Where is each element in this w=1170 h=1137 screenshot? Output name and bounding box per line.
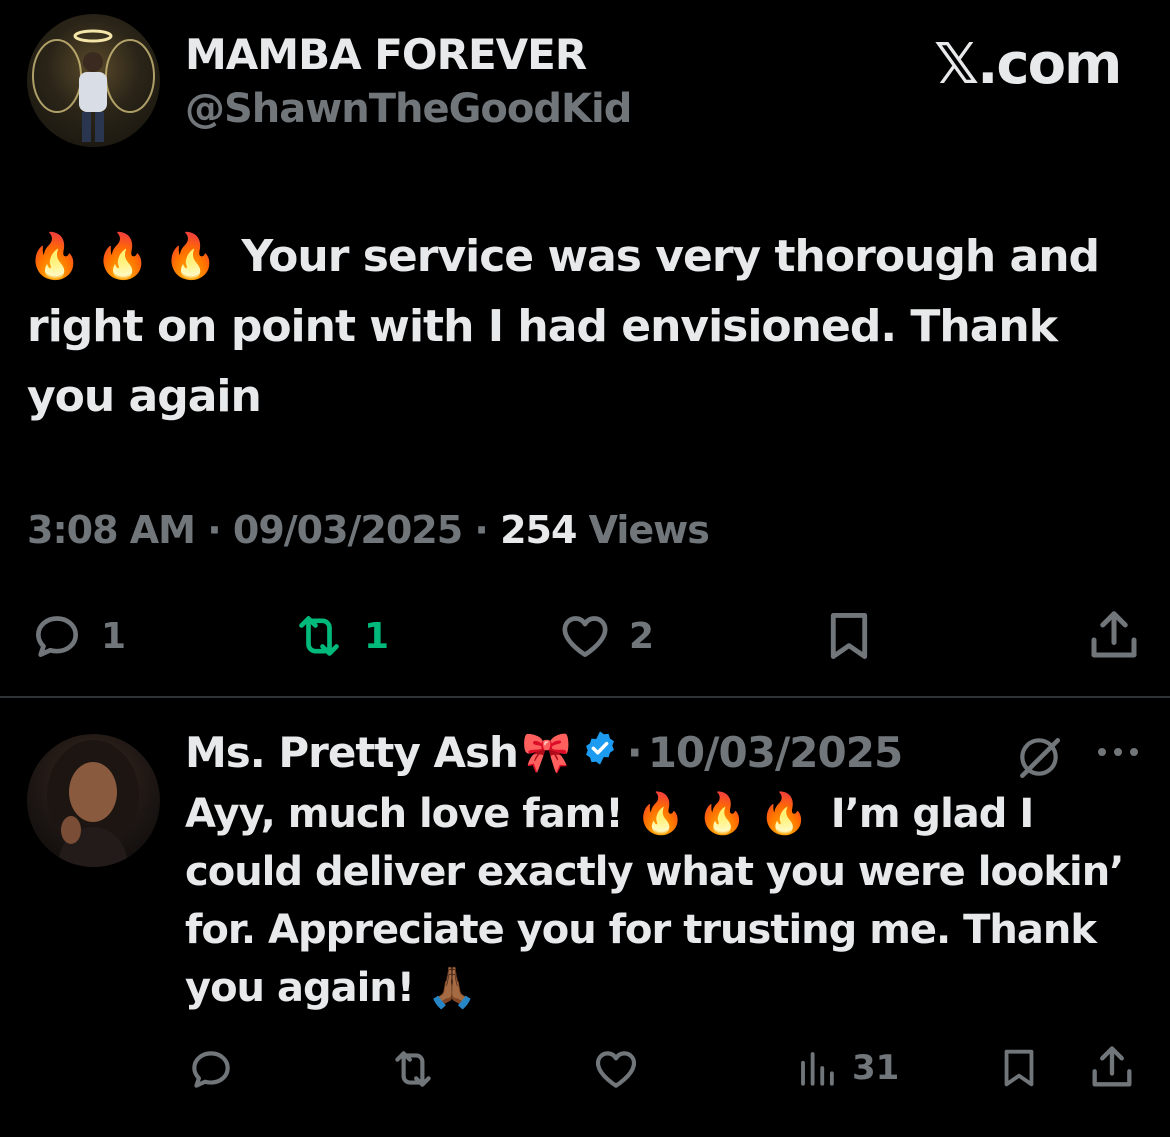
- author-avatar[interactable]: [27, 14, 160, 147]
- tweet-date[interactable]: 09/03/2025: [233, 508, 463, 552]
- share-icon: [1092, 1046, 1132, 1087]
- praying-hands-emoji: 🙏🏾: [426, 965, 477, 1011]
- retweet-count: 1: [364, 615, 390, 657]
- reply-icon: [192, 1051, 230, 1088]
- meta-separator: ·: [626, 728, 643, 777]
- x-logo: 𝕏.com: [934, 32, 1122, 97]
- bookmark-button[interactable]: [820, 604, 878, 668]
- like-icon: [562, 616, 608, 657]
- tweet-meta: 3:08 AM · 09/03/2025 · 254 Views: [27, 508, 710, 552]
- like-count: 2: [629, 615, 655, 657]
- meta-separator: ·: [474, 508, 501, 552]
- views-count: 254: [500, 508, 577, 552]
- reply-body-part1: Ayy, much love fam!: [185, 791, 624, 837]
- like-button[interactable]: 2: [555, 608, 654, 664]
- reply-retweet-button[interactable]: [386, 1044, 440, 1094]
- reply-date[interactable]: 10/03/2025: [648, 728, 903, 777]
- verified-badge-icon: [581, 728, 619, 777]
- reply-like-button[interactable]: [590, 1044, 642, 1094]
- views-icon: [801, 1052, 834, 1086]
- like-icon: [595, 1051, 637, 1088]
- reply-text: Ayy, much love fam! 🔥 🔥 🔥 I’m glad I cou…: [185, 785, 1145, 1017]
- more-options-icon[interactable]: [1096, 744, 1140, 764]
- fire-emoji-group: 🔥 🔥 🔥: [635, 791, 809, 837]
- reply-header: Ms. Pretty Ash 🎀 · 10/03/2025: [185, 728, 903, 777]
- reply-button[interactable]: 1: [27, 608, 126, 664]
- reply-icon: [36, 616, 78, 657]
- share-button[interactable]: [1084, 604, 1144, 666]
- reply-author-name[interactable]: Ms. Pretty Ash: [185, 728, 519, 777]
- avatar-image: [32, 29, 155, 142]
- avatar-image: [47, 740, 139, 867]
- tweet-time[interactable]: 3:08 AM: [27, 508, 196, 552]
- author-name[interactable]: MAMBA FOREVER: [185, 30, 587, 79]
- grok-icon[interactable]: [1014, 732, 1064, 786]
- views-label: Views: [588, 508, 710, 552]
- meta-separator: ·: [207, 508, 233, 552]
- reply-count: 1: [101, 615, 127, 657]
- reply-bookmark-button[interactable]: [996, 1040, 1042, 1096]
- reply-avatar[interactable]: [27, 734, 160, 867]
- reply-views-button[interactable]: 31: [796, 1046, 899, 1090]
- fire-emoji-group: 🔥 🔥 🔥: [27, 231, 218, 282]
- tweet-text: 🔥 🔥 🔥 Your service was very thorough and…: [27, 222, 1147, 432]
- bookmark-icon: [1004, 1049, 1034, 1087]
- reply-reply-button[interactable]: [185, 1044, 237, 1094]
- bookmark-icon: [830, 613, 868, 659]
- retweet-button[interactable]: 1: [288, 608, 389, 664]
- retweet-icon: [395, 1051, 431, 1087]
- reply-views-count: 31: [852, 1048, 900, 1088]
- divider: [0, 696, 1170, 698]
- reply-share-button[interactable]: [1086, 1040, 1138, 1094]
- reply-actions: 31: [0, 1040, 1170, 1100]
- author-handle[interactable]: @ShawnTheGoodKid: [185, 86, 632, 132]
- share-icon: [1091, 611, 1137, 658]
- retweet-icon: [299, 616, 339, 656]
- ribbon-emoji: 🎀: [521, 730, 572, 776]
- tweet-actions: 1 1 2: [0, 600, 1170, 670]
